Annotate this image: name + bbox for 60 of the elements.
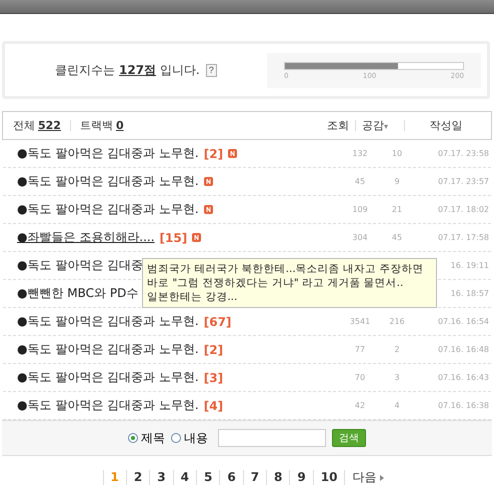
- view-count: 3541: [348, 317, 372, 326]
- post-title-link[interactable]: ●독도 팔아먹은 김대중과 노무현.: [17, 145, 199, 162]
- page-link[interactable]: 6: [219, 470, 243, 485]
- page-link[interactable]: 7: [242, 470, 266, 485]
- page-link[interactable]: 8: [266, 470, 290, 485]
- view-count: 42: [354, 401, 366, 410]
- post-date: 07.17. 17:58: [436, 233, 489, 242]
- help-button[interactable]: ?: [206, 64, 217, 76]
- total-label: 전체: [13, 118, 35, 133]
- like-count: 45: [390, 233, 404, 242]
- page-link[interactable]: 4: [172, 470, 196, 485]
- search-field[interactable]: [218, 429, 326, 447]
- post-date: 16. 18:57: [450, 289, 489, 298]
- tooltip: 범죄국가 테러국가 북한한테...목소리좀 내자고 주장하면 바로 "그럼 전쟁하겠다는 거냐" 라고 게거품 물면서.. 일본한테는 강경...: [142, 258, 437, 308]
- post-date: 07.16. 16:48: [436, 345, 489, 354]
- view-count: 45: [354, 177, 366, 186]
- post-title-link[interactable]: ●좌빨들은 조용히해라....: [17, 229, 155, 246]
- clean-index-text: 클린지수는 127점 입니다.: [55, 62, 200, 78]
- post-date: 07.16. 16:38: [436, 401, 489, 410]
- date-column-header: 작성일: [428, 118, 464, 133]
- post-title-link[interactable]: ●독도 팔아먹은 김대중과 노무현.: [17, 201, 199, 218]
- views-column-header: 조회: [326, 118, 349, 133]
- page-link[interactable]: 9: [289, 470, 313, 485]
- post-title-link[interactable]: ●독도 팔아먹은 김대중: [17, 257, 144, 274]
- post-date: 07.17. 18:02: [436, 205, 489, 214]
- view-count: 70: [354, 373, 366, 382]
- page-link[interactable]: 3: [149, 470, 173, 485]
- post-title-link[interactable]: ●독도 팔아먹은 김대중과 노무현.: [17, 369, 199, 386]
- post-date: 16. 19:11: [450, 261, 489, 270]
- post-date: 07.16. 16:43: [436, 373, 489, 382]
- view-count: 109: [351, 205, 369, 214]
- like-count: 4: [393, 401, 401, 410]
- post-title-link[interactable]: ●독도 팔아먹은 김대중과 노무현.: [17, 397, 199, 414]
- post-date: 07.17. 23:57: [436, 177, 489, 186]
- like-count: 3: [393, 373, 401, 382]
- caret-icon: [380, 474, 384, 480]
- like-count: 2: [393, 345, 401, 354]
- like-count: 216: [388, 317, 406, 326]
- next-page-link[interactable]: 다음: [344, 470, 392, 485]
- view-count: 77: [354, 345, 366, 354]
- trackback-count-link[interactable]: 0: [116, 119, 124, 132]
- page-link[interactable]: 2: [126, 470, 150, 485]
- search-option-radio[interactable]: 내용: [171, 430, 208, 446]
- post-title-link[interactable]: ●독도 팔아먹은 김대중과 노무현.: [17, 173, 199, 190]
- trackback-label: 트랙백: [80, 118, 113, 133]
- like-count: 9: [393, 177, 401, 186]
- post-date: 07.17. 23:58: [436, 149, 489, 158]
- total-count-link[interactable]: 522: [38, 119, 61, 132]
- post-date: 07.16. 16:54: [436, 317, 489, 326]
- page-link[interactable]: 5: [196, 470, 220, 485]
- search-option-radio[interactable]: 제목: [128, 430, 165, 446]
- post-title-link[interactable]: ●독도 팔아먹은 김대중과 노무현.: [17, 313, 199, 330]
- view-count: 132: [351, 149, 369, 158]
- like-count: 21: [390, 205, 404, 214]
- likes-sort-header[interactable]: 공감▾: [362, 118, 398, 133]
- view-count: 304: [351, 233, 369, 242]
- like-count: 10: [390, 149, 404, 158]
- page-link[interactable]: 10: [312, 470, 344, 485]
- post-title-link[interactable]: ●독도 팔아먹은 김대중과 노무현.: [17, 341, 199, 358]
- post-title-link[interactable]: ●뺀뺀한 MBC와 PD수: [17, 285, 138, 302]
